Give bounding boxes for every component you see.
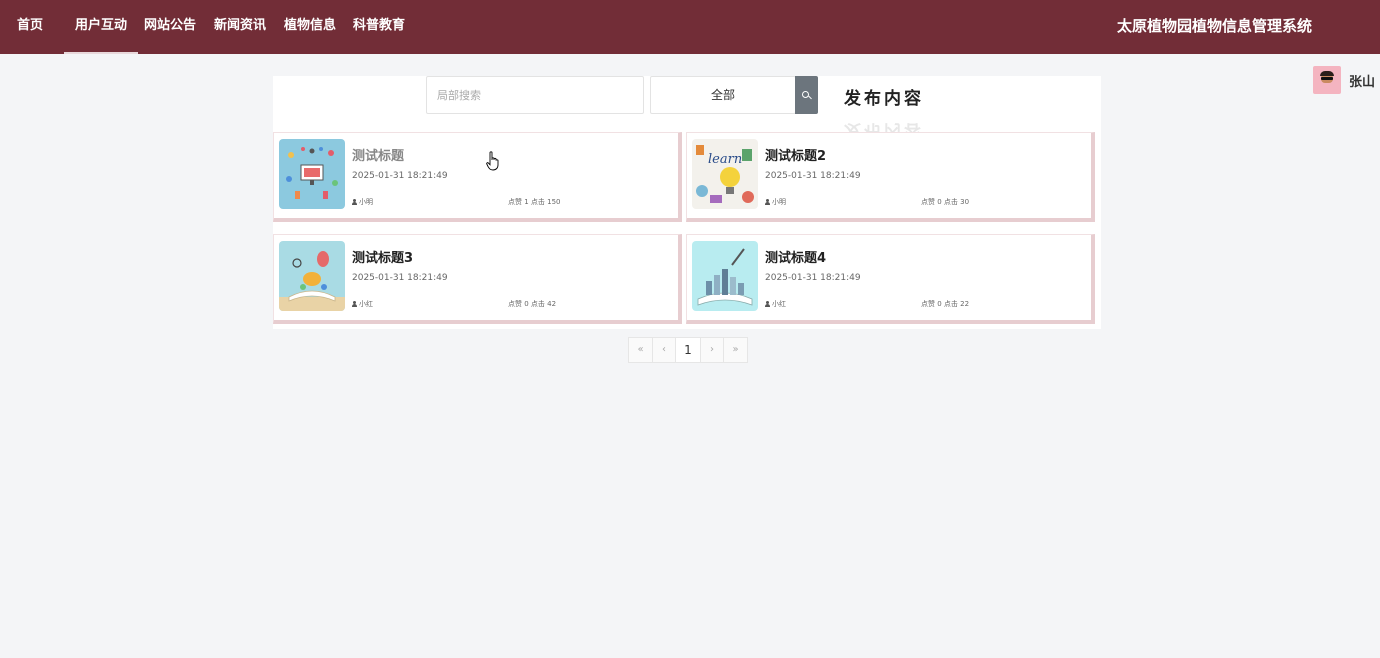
nav-item-user-interaction[interactable]: 用户互动 — [63, 0, 139, 54]
post-title[interactable]: 测试标题4 — [765, 247, 826, 266]
nav-item-home[interactable]: 首页 — [17, 0, 43, 54]
post-thumbnail — [279, 139, 345, 209]
prev-page-button[interactable]: ‹ — [652, 337, 676, 363]
post-stats: 点赞 1 点击 150 — [508, 198, 561, 206]
site-title: 太原植物园植物信息管理系统 — [1116, 17, 1312, 35]
avatar-icon[interactable] — [1313, 66, 1341, 94]
post-date: 2025-01-31 18:21:49 — [765, 171, 861, 181]
user-icon — [765, 301, 770, 307]
publish-content-button[interactable]: 发布内容 — [844, 84, 924, 109]
post-title[interactable]: 测试标题3 — [352, 247, 413, 266]
post-title[interactable]: 测试标题 — [352, 145, 404, 164]
last-page-button[interactable]: » — [723, 337, 748, 363]
post-date: 2025-01-31 18:21:49 — [352, 273, 448, 283]
post-thumbnail — [692, 241, 758, 311]
pagination: « ‹ 1 › » — [628, 337, 748, 363]
post-stats: 点赞 0 点击 22 — [921, 300, 970, 308]
post-author-name: 小明 — [359, 198, 373, 206]
nav-item-news[interactable]: 新闻资讯 — [214, 0, 266, 54]
top-nav-bar: 首页 用户互动 网站公告 新闻资讯 植物信息 科普教育 太原植物园植物信息管理系… — [0, 0, 1380, 54]
post-card[interactable]: 测试标题4 2025-01-31 18:21:49 小红 点赞 0 点击 22 — [686, 234, 1095, 324]
nav-item-education[interactable]: 科普教育 — [353, 0, 405, 54]
user-menu[interactable]: 张山 — [1313, 66, 1375, 94]
post-date: 2025-01-31 18:21:49 — [352, 171, 448, 181]
post-author-name: 小明 — [772, 198, 786, 206]
category-select[interactable]: 全部 — [650, 76, 796, 114]
next-page-button[interactable]: › — [700, 337, 724, 363]
post-author: 小明 — [765, 197, 786, 207]
post-card[interactable]: 测试标题3 2025-01-31 18:21:49 小红 点赞 0 点击 42 — [273, 234, 682, 324]
post-author-name: 小红 — [359, 300, 373, 308]
search-input[interactable] — [426, 76, 644, 114]
post-thumbnail — [279, 241, 345, 311]
nav-item-announcements[interactable]: 网站公告 — [144, 0, 196, 54]
search-button[interactable] — [795, 76, 818, 114]
post-title[interactable]: 测试标题2 — [765, 145, 826, 164]
user-icon — [352, 301, 357, 307]
first-page-button[interactable]: « — [628, 337, 653, 363]
user-name[interactable]: 张山 — [1349, 71, 1375, 90]
post-stats: 点赞 0 点击 42 — [508, 300, 557, 308]
content-panel: 全部 发布内容 发布内容 测试标题 2025-01-31 18:21:49 小明… — [273, 76, 1101, 329]
nav-item-plant-info[interactable]: 植物信息 — [284, 0, 336, 54]
post-author: 小红 — [765, 299, 786, 309]
post-author-name: 小红 — [772, 300, 786, 308]
user-icon — [352, 199, 357, 205]
svg-text:learn: learn — [708, 152, 742, 167]
post-card[interactable]: 测试标题 2025-01-31 18:21:49 小明 点赞 1 点击 150 — [273, 132, 682, 222]
post-author: 小明 — [352, 197, 373, 207]
page-button-1[interactable]: 1 — [675, 337, 701, 363]
hand-cursor-icon — [486, 151, 499, 171]
post-stats: 点赞 0 点击 30 — [921, 198, 970, 206]
post-author: 小红 — [352, 299, 373, 309]
post-thumbnail: learn — [692, 139, 758, 209]
post-card[interactable]: learn 测试标题2 2025-01-31 18:21:49 小明 点赞 0 … — [686, 132, 1095, 222]
post-date: 2025-01-31 18:21:49 — [765, 273, 861, 283]
user-icon — [765, 199, 770, 205]
